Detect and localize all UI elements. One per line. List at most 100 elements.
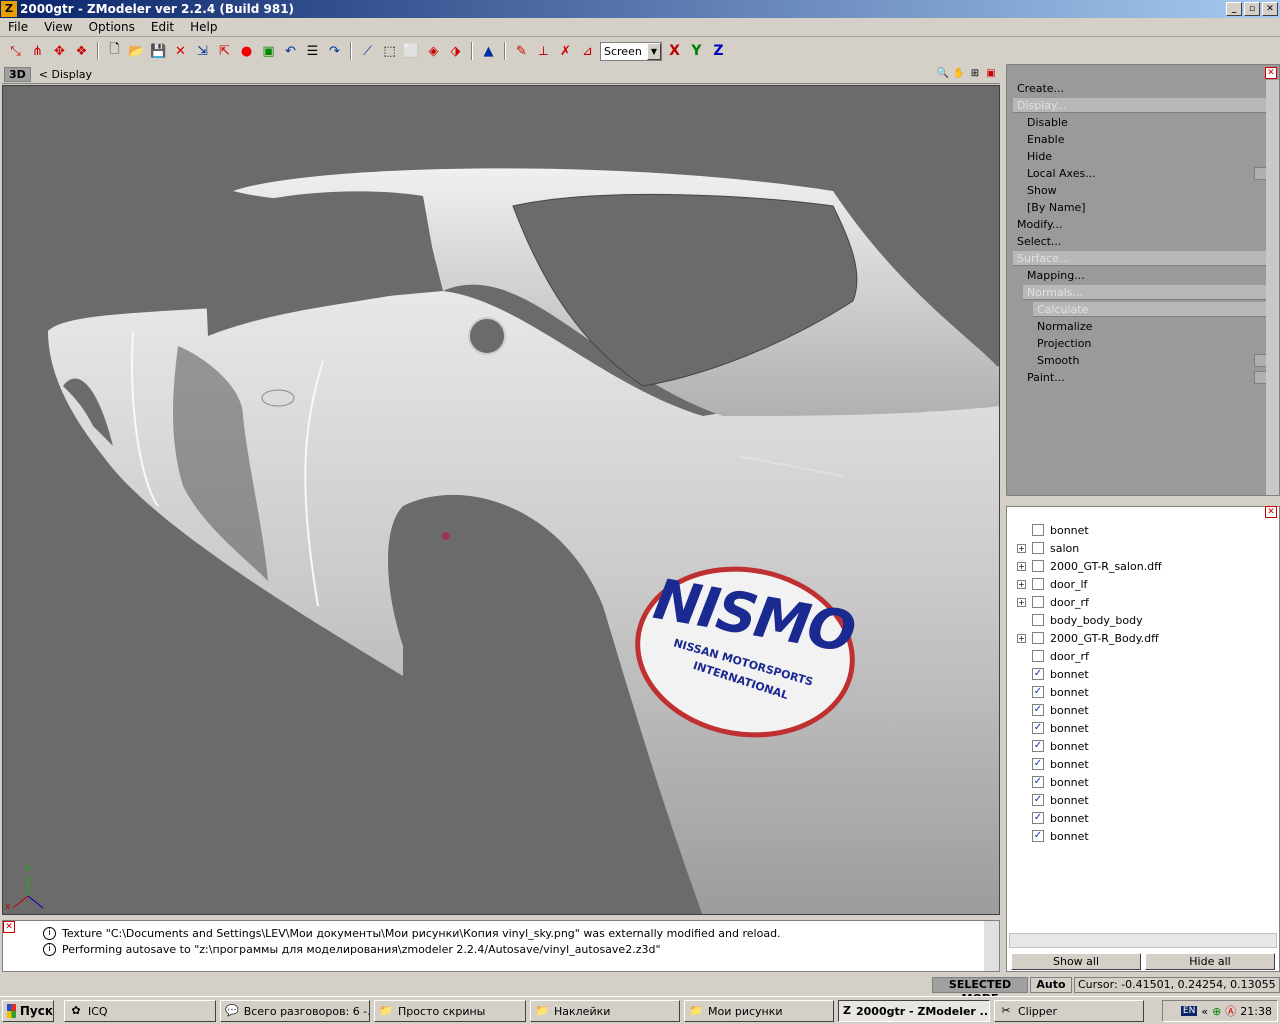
command-item[interactable]: Smooth (1033, 353, 1267, 368)
tree-item[interactable]: +2000_GT-R_salon.dff (1017, 557, 1162, 575)
selection-mode[interactable]: SELECTED MODE (932, 977, 1028, 1005)
tree-item[interactable]: door_rf (1017, 647, 1089, 665)
axis-y-button[interactable]: Y (687, 42, 706, 61)
expand-plus-icon[interactable]: + (1017, 633, 1026, 643)
tree-item[interactable]: ✓ bonnet (1017, 827, 1089, 845)
zoom-extents-icon[interactable]: ⊞ (968, 67, 982, 81)
command-item[interactable]: Surface... (1013, 251, 1267, 266)
expand-plus-icon[interactable]: + (1017, 597, 1026, 607)
axis-tool-icon[interactable]: ⟂ (534, 42, 553, 61)
hide-all-button[interactable]: Hide all (1145, 953, 1275, 970)
delete-icon[interactable]: ✕ (171, 42, 190, 61)
command-item[interactable]: Projection (1033, 336, 1267, 351)
taskbar-button[interactable]: 📁 Просто скрины (374, 1000, 526, 1022)
visibility-checkbox[interactable] (1032, 578, 1044, 590)
move-tool-icon[interactable]: ✥ (50, 42, 69, 61)
pan-hand-icon[interactable]: ✋ (952, 67, 966, 81)
menu-view[interactable]: View (36, 20, 80, 34)
taskbar-button[interactable]: 📁 Наклейки (530, 1000, 680, 1022)
save-icon[interactable]: 💾 (149, 42, 168, 61)
3d-viewport[interactable]: NISMO NISSAN MOTORSPORTS INTERNATIONAL z… (2, 85, 1000, 915)
command-item[interactable]: Disable (1023, 115, 1267, 130)
visibility-checkbox[interactable]: ✓ (1032, 830, 1044, 842)
command-item[interactable]: Calculate (1033, 302, 1267, 317)
tree-item[interactable]: ✓ bonnet (1017, 773, 1089, 791)
viewport-mode[interactable]: 3D (4, 66, 31, 82)
taskbar-button[interactable]: ✂ Clipper (994, 1000, 1144, 1022)
visibility-checkbox[interactable]: ✓ (1032, 740, 1044, 752)
command-item[interactable]: Create... (1013, 81, 1267, 96)
taskbar-button[interactable]: 📁 Мои рисунки (684, 1000, 834, 1022)
export-icon[interactable]: ⇱ (215, 42, 234, 61)
view-select[interactable]: Screen ▼ (600, 41, 662, 61)
visibility-checkbox[interactable] (1032, 650, 1044, 662)
taskbar-button[interactable]: Z 2000gtr - ZModeler ... (838, 1000, 990, 1022)
taskbar-button[interactable]: 💬 Всего разговоров: 6 -... (220, 1000, 370, 1022)
visibility-checkbox[interactable]: ✓ (1032, 776, 1044, 788)
new-file-icon[interactable]: 🗋 (105, 42, 124, 61)
command-item[interactable]: Modify... (1013, 217, 1267, 232)
tree-item[interactable]: body_body_body (1017, 611, 1143, 629)
visibility-checkbox[interactable] (1032, 596, 1044, 608)
visibility-checkbox[interactable]: ✓ (1032, 722, 1044, 734)
select-tool-icon[interactable]: ⤡ (6, 42, 25, 61)
axis-z-button[interactable]: Z (709, 42, 728, 61)
tree-item[interactable]: ✓ bonnet (1017, 701, 1089, 719)
expand-plus-icon[interactable]: + (1017, 561, 1026, 571)
tray-arrow-icon[interactable]: « (1201, 1005, 1208, 1018)
visibility-checkbox[interactable]: ✓ (1032, 794, 1044, 806)
close-icon[interactable]: ✕ (1265, 506, 1277, 518)
record-icon[interactable]: ● (237, 42, 256, 61)
tree-item[interactable]: + salon (1017, 539, 1079, 557)
vertex-tool-icon[interactable]: ⋔ (28, 42, 47, 61)
language-indicator[interactable]: EN (1180, 1006, 1198, 1016)
command-item[interactable]: Select... (1013, 234, 1267, 249)
maximize-button[interactable]: ▫ (1244, 2, 1260, 16)
visibility-checkbox[interactable]: ✓ (1032, 758, 1044, 770)
command-item[interactable]: [By Name] (1023, 200, 1267, 215)
rotate-tool-icon[interactable]: ✗ (556, 42, 575, 61)
tree-item[interactable]: ✓ bonnet (1017, 737, 1089, 755)
command-item[interactable]: Enable (1023, 132, 1267, 147)
tree-horizontal-scrollbar[interactable] (1009, 933, 1277, 948)
command-item[interactable]: Normalize (1033, 319, 1267, 334)
tree-item[interactable]: ✓ bonnet (1017, 665, 1089, 683)
group-tool-icon[interactable]: ❖ (72, 42, 91, 61)
visibility-checkbox[interactable]: ✓ (1032, 812, 1044, 824)
minimize-button[interactable]: _ (1226, 2, 1242, 16)
log-scrollbar[interactable] (984, 921, 999, 971)
close-icon[interactable]: ✕ (1265, 67, 1277, 79)
axis-x-button[interactable]: X (665, 42, 684, 61)
visibility-checkbox[interactable] (1032, 524, 1044, 536)
expand-plus-icon[interactable]: + (1017, 579, 1026, 589)
network-icon[interactable]: ⊕ (1212, 1005, 1221, 1018)
auto-mode[interactable]: Auto (1030, 977, 1072, 993)
cube-icon[interactable]: ⬚ (380, 42, 399, 61)
render-icon[interactable]: ▣ (259, 42, 278, 61)
menu-help[interactable]: Help (182, 20, 225, 34)
properties-icon[interactable]: ☰ (303, 42, 322, 61)
menu-options[interactable]: Options (81, 20, 143, 34)
wire-cube-icon[interactable]: ⬗ (446, 42, 465, 61)
line-tool-icon[interactable]: ⟋ (358, 42, 377, 61)
tree-item[interactable]: ✓ bonnet (1017, 719, 1089, 737)
expand-plus-icon[interactable]: + (1017, 543, 1026, 553)
command-item[interactable]: Mapping... (1023, 268, 1267, 283)
close-window-button[interactable]: ✕ (1262, 2, 1278, 16)
redo-icon[interactable]: ↷ (325, 42, 344, 61)
visibility-checkbox[interactable] (1032, 632, 1044, 644)
visibility-checkbox[interactable] (1032, 560, 1044, 572)
breadcrumb[interactable]: < Display (39, 68, 92, 81)
box-icon[interactable]: ⬜ (402, 42, 421, 61)
solid-cube-icon[interactable]: ◈ (424, 42, 443, 61)
undo-icon[interactable]: ↶ (281, 42, 300, 61)
close-icon[interactable]: ✕ (3, 921, 15, 933)
visibility-checkbox[interactable]: ✓ (1032, 686, 1044, 698)
flip-icon[interactable]: ▲ (479, 42, 498, 61)
show-all-button[interactable]: Show all (1011, 953, 1141, 970)
tree-item[interactable]: + door_lf (1017, 575, 1087, 593)
antivirus-icon[interactable]: Ⓐ (1225, 1003, 1236, 1019)
tree-item[interactable]: ✓ bonnet (1017, 755, 1089, 773)
command-item[interactable]: Local Axes... (1023, 166, 1267, 181)
tree-item[interactable]: + door_rf (1017, 593, 1089, 611)
